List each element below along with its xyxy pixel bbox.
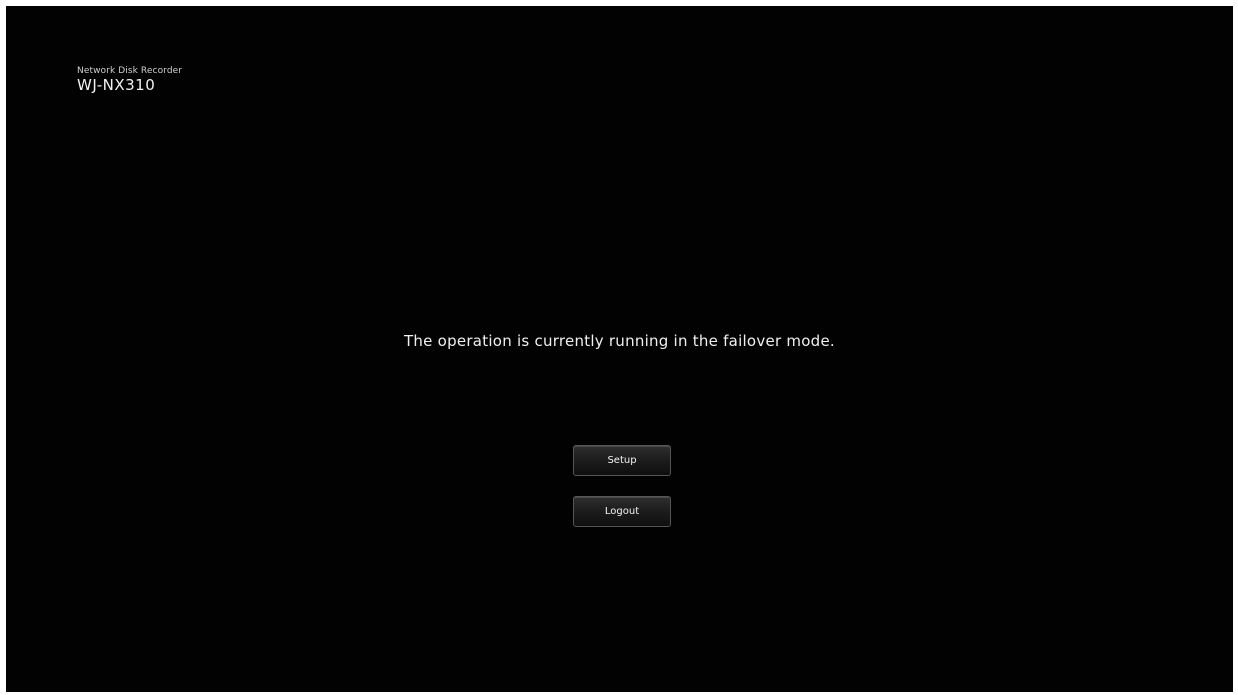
logout-button[interactable]: Logout <box>573 496 671 527</box>
model-name: WJ-NX310 <box>77 76 156 94</box>
setup-button[interactable]: Setup <box>573 445 671 476</box>
brand-block: Network Disk Recorder WJ-NX310 <box>77 66 182 93</box>
failover-status-message: The operation is currently running in th… <box>404 332 835 350</box>
recorder-screen: Network Disk Recorder WJ-NX310 The opera… <box>6 6 1233 692</box>
